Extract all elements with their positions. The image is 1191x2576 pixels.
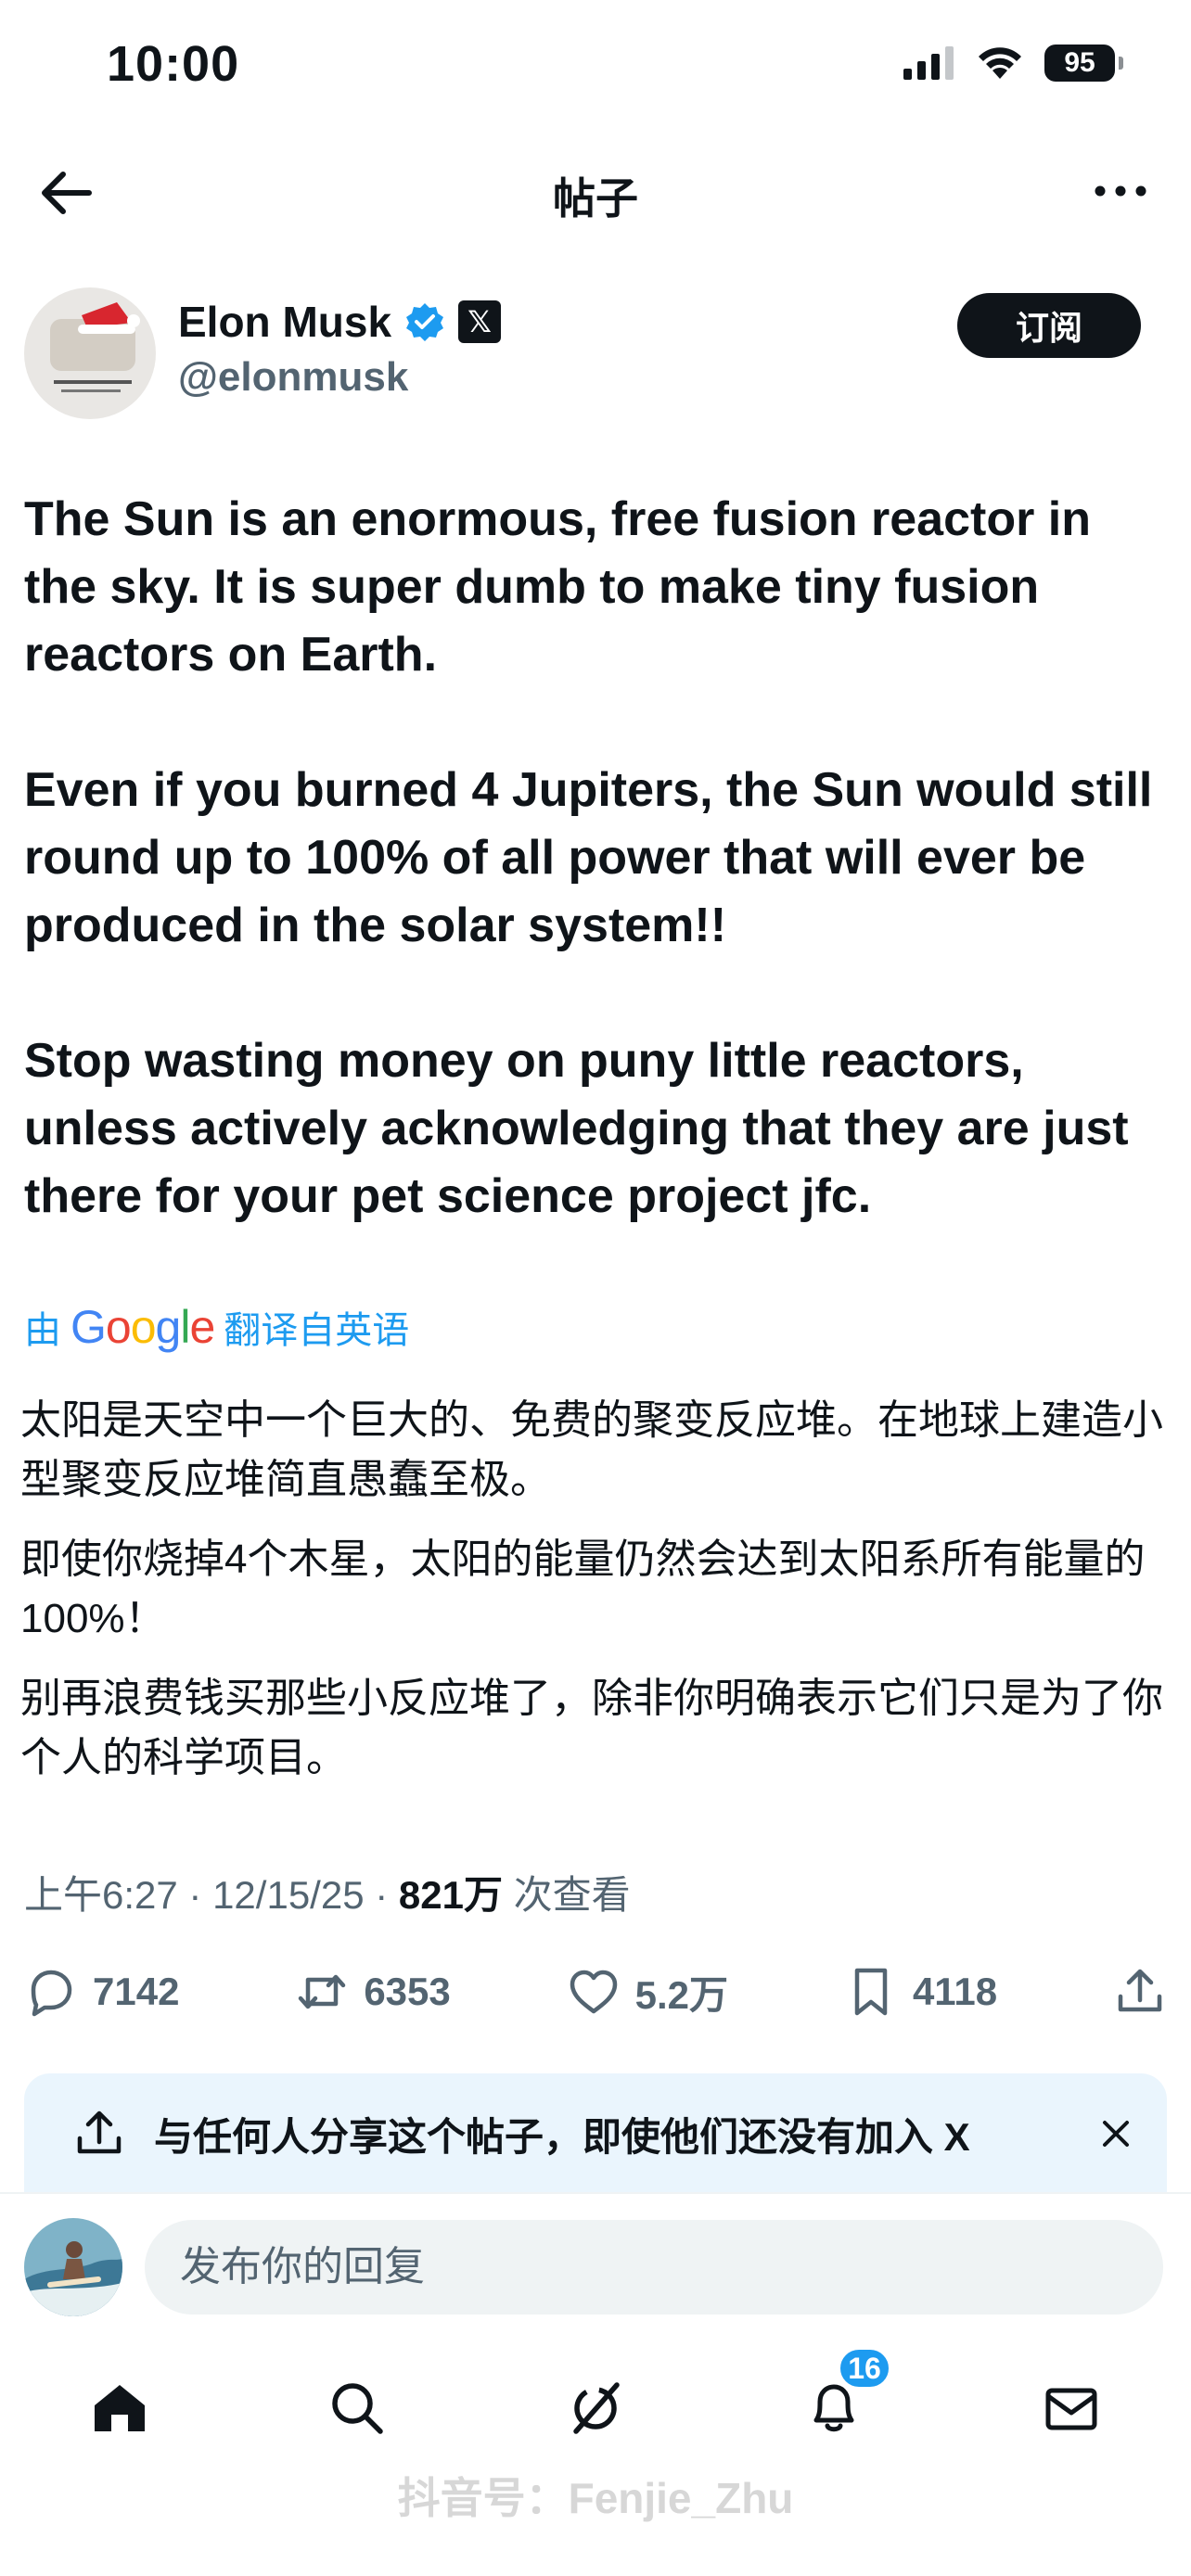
author-name[interactable]: Elon Musk (178, 297, 391, 347)
author-name-row: Elon Musk 𝕏 (178, 297, 502, 347)
translated-text: 太阳是天空中一个巨大的、免费的聚变反应堆。在地球上建造小型聚变反应堆简直愚蠢至极… (20, 1391, 1180, 1808)
share-icon (1118, 1969, 1162, 2012)
bookmark-button[interactable]: 4118 (844, 1965, 997, 2019)
repost-button[interactable]: 6353 (295, 1965, 451, 2019)
nav-search[interactable] (315, 2366, 399, 2450)
post-paragraph: Even if you burned 4 Jupiters, the Sun w… (24, 763, 1153, 952)
post-paragraph: The Sun is an enormous, free fusion reac… (24, 492, 1091, 682)
mail-icon (1045, 2388, 1097, 2430)
x-affiliation-badge: 𝕏 (458, 300, 502, 343)
translated-by-google[interactable]: 由 Google 翻译自英语 (24, 1300, 409, 1354)
status-time: 10:00 (107, 36, 240, 92)
view-count: 821万 (398, 1873, 503, 1917)
wifi-icon (979, 47, 1021, 79)
reply-icon (31, 1970, 72, 2017)
verified-badge-icon (406, 303, 444, 341)
share-icon (77, 2111, 122, 2154)
repost-icon (299, 1974, 346, 2009)
share-banner-text: 与任何人分享这个帖子，即使他们还没有加入 X (154, 2114, 970, 2159)
watermark: 抖音号：Fenjie_Zhu (397, 2474, 794, 2522)
google-logo: Google (70, 1301, 215, 1353)
nav-grok[interactable] (554, 2366, 637, 2450)
user-avatar[interactable] (24, 2218, 122, 2316)
nav-notifications[interactable]: 16 (792, 2346, 892, 2450)
like-count: 5.2万 (634, 1972, 729, 2017)
home-icon (95, 2385, 145, 2431)
action-bar: 7142 6353 5.2万 4118 (24, 1958, 1167, 2025)
reply-button[interactable]: 7142 (24, 1965, 179, 2019)
reply-count: 7142 (93, 1970, 180, 2013)
translated-paragraph: 太阳是天空中一个巨大的、免费的聚变反应堆。在地球上建造小型聚变反应堆简直愚蠢至极… (20, 1397, 1163, 1502)
bottom-nav: 16 (0, 2346, 1191, 2450)
battery-indicator: 95 (1044, 45, 1123, 82)
nav-messages[interactable] (1030, 2366, 1113, 2450)
more-options-icon[interactable] (1091, 172, 1150, 210)
repost-count: 6353 (364, 1970, 451, 2013)
translated-paragraph: 即使你烧掉4个木星，太阳的能量仍然会达到太阳系所有能量的100%！ (20, 1537, 1146, 1641)
grok-icon (573, 2382, 620, 2434)
cellular-signal-icon (903, 46, 954, 80)
bookmark-icon (854, 1968, 888, 2016)
share-button[interactable] (1113, 1965, 1167, 2019)
like-button[interactable]: 5.2万 (567, 1964, 728, 2021)
post-meta: 上午6:27 · 12/15/25 · 821万 次查看 (24, 1873, 631, 1917)
subscribe-button[interactable]: 订阅 (957, 293, 1141, 358)
post-time[interactable]: 上午6:27 (24, 1873, 178, 1917)
share-banner[interactable]: 与任何人分享这个帖子，即使他们还没有加入 X (24, 2073, 1167, 2194)
reply-input[interactable] (145, 2220, 1163, 2315)
author-avatar[interactable] (24, 287, 156, 419)
close-icon[interactable] (1093, 2111, 1139, 2157)
translate-prefix: 由 (24, 1310, 61, 1351)
search-icon (332, 2383, 383, 2434)
page-title: 帖子 (553, 174, 638, 223)
heart-icon (570, 1970, 617, 2014)
post-date[interactable]: 12/15/25 (212, 1873, 365, 1917)
post-text: The Sun is an enormous, free fusion reac… (24, 486, 1174, 1231)
author-handle[interactable]: @elonmusk (178, 354, 408, 401)
nav-home[interactable] (78, 2366, 161, 2450)
translate-suffix: 翻译自英语 (224, 1310, 410, 1351)
status-icons: 95 (903, 45, 1123, 82)
divider (0, 2192, 1191, 2194)
notification-count-badge: 16 (837, 2346, 892, 2391)
bookmark-count: 4118 (912, 1970, 998, 2013)
post-paragraph: Stop wasting money on puny little reacto… (24, 1034, 1129, 1223)
translated-paragraph: 别再浪费钱买那些小反应堆了，除非你明确表示它们只是为了你个人的科学项目。 (20, 1676, 1163, 1780)
views-label: 次查看 (513, 1873, 631, 1917)
